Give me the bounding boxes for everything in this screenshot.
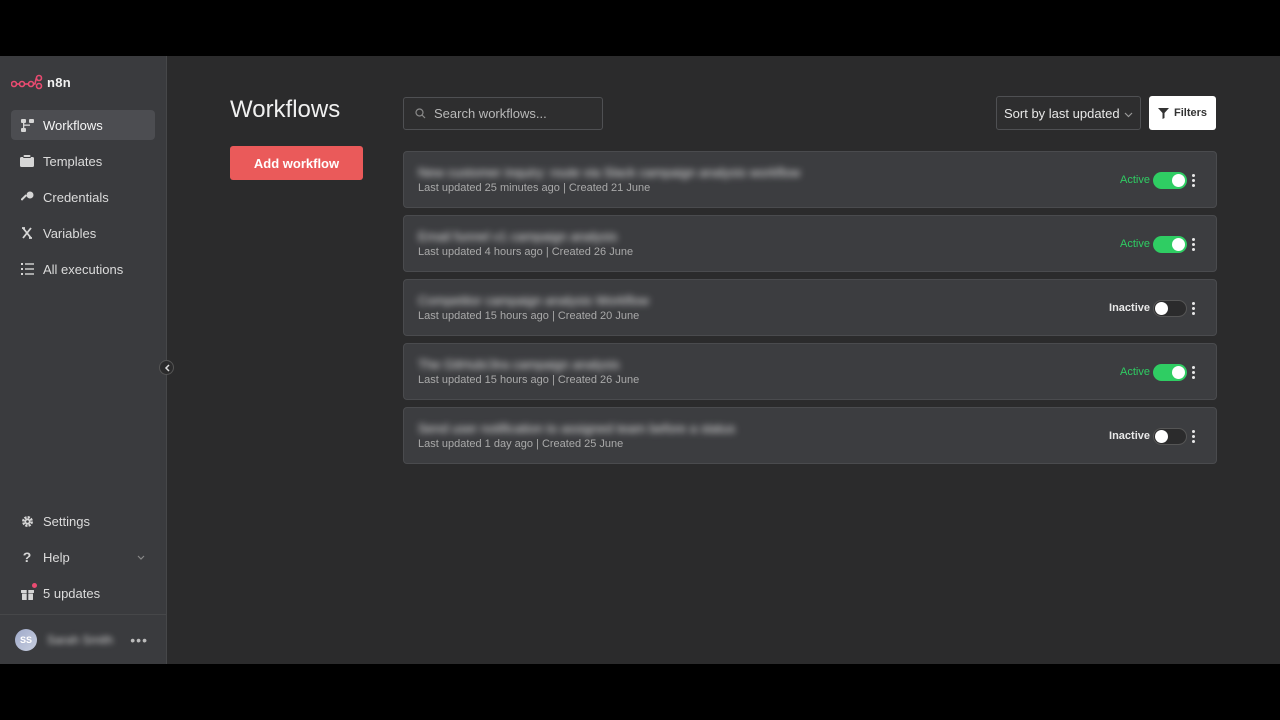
sidebar-item-variables[interactable]: Variables bbox=[11, 218, 155, 248]
sidebar-item-updates[interactable]: 5 updates bbox=[11, 578, 155, 608]
sidebar-item-label: 5 updates bbox=[43, 585, 101, 601]
toggle-knob bbox=[1172, 366, 1185, 379]
sidebar-item-label: Credentials bbox=[43, 189, 109, 205]
more-vertical-icon[interactable] bbox=[1188, 172, 1198, 189]
workflow-card[interactable]: New customer inquiry: route via Slack ca… bbox=[403, 151, 1217, 208]
active-toggle[interactable] bbox=[1153, 236, 1187, 253]
brand-name: n8n bbox=[47, 74, 72, 90]
workflow-icon bbox=[20, 118, 34, 132]
gear-icon bbox=[20, 514, 34, 528]
status-label: Inactive bbox=[1109, 430, 1150, 442]
user-name: Sarah Smith bbox=[47, 632, 114, 647]
sidebar-item-workflows[interactable]: Workflows bbox=[11, 110, 155, 140]
sidebar-item-label: Help bbox=[43, 549, 70, 565]
gift-icon bbox=[20, 583, 37, 600]
more-vertical-icon[interactable] bbox=[1188, 428, 1198, 445]
workflow-name[interactable]: The GitHub/Jira campaign analysis bbox=[418, 357, 620, 372]
more-horizontal-icon[interactable]: ••• bbox=[130, 632, 148, 648]
chevron-left-icon bbox=[164, 363, 170, 372]
sidebar-bottom-nav: Settings ? Help 5 updates bbox=[11, 506, 155, 614]
more-vertical-icon[interactable] bbox=[1188, 364, 1198, 381]
sidebar-item-label: Workflows bbox=[43, 117, 103, 133]
active-toggle[interactable] bbox=[1153, 364, 1187, 381]
workflow-card[interactable]: The GitHub/Jira campaign analysis Last u… bbox=[403, 343, 1217, 400]
active-toggle[interactable] bbox=[1153, 300, 1187, 317]
filter-icon bbox=[1157, 107, 1169, 119]
add-workflow-button[interactable]: Add workflow bbox=[230, 146, 363, 180]
more-vertical-icon[interactable] bbox=[1188, 236, 1198, 253]
toggle-knob bbox=[1155, 430, 1168, 443]
search-icon bbox=[415, 108, 426, 119]
question-icon: ? bbox=[22, 549, 32, 565]
workflow-meta: Last updated 25 minutes ago | Created 21… bbox=[418, 182, 651, 194]
workflow-meta: Last updated 1 day ago | Created 25 June bbox=[418, 438, 624, 450]
sort-select[interactable]: Sort by last updated bbox=[996, 96, 1141, 130]
chevron-down-icon bbox=[1124, 106, 1133, 121]
sidebar-item-help[interactable]: ? Help bbox=[11, 542, 155, 572]
templates-icon bbox=[20, 154, 34, 168]
workflow-meta: Last updated 15 hours ago | Created 26 J… bbox=[418, 374, 640, 386]
user-menu: SS Sarah Smith ••• bbox=[0, 614, 166, 664]
workflow-card[interactable]: Send user notification to assigned team … bbox=[403, 407, 1217, 464]
list-icon bbox=[20, 262, 34, 276]
sidebar-item-credentials[interactable]: Credentials bbox=[11, 182, 155, 212]
workflow-name[interactable]: Send user notification to assigned team … bbox=[418, 421, 735, 436]
filters-label: Filters bbox=[1173, 107, 1207, 119]
workflow-list: New customer inquiry: route via Slack ca… bbox=[403, 151, 1217, 471]
sidebar-item-templates[interactable]: Templates bbox=[11, 146, 155, 176]
sidebar-item-settings[interactable]: Settings bbox=[11, 506, 155, 536]
status-label: Active bbox=[1120, 174, 1150, 186]
key-icon bbox=[20, 190, 34, 204]
workflow-name[interactable]: Competitor campaign analysis Workflow bbox=[418, 293, 649, 308]
workflow-meta: Last updated 4 hours ago | Created 26 Ju… bbox=[418, 246, 634, 258]
active-toggle[interactable] bbox=[1153, 172, 1187, 189]
sidebar-item-label: Variables bbox=[43, 225, 97, 241]
avatar[interactable]: SS bbox=[15, 628, 37, 651]
chevron-down-icon bbox=[137, 552, 145, 563]
active-toggle[interactable] bbox=[1153, 428, 1187, 445]
workflow-card[interactable]: Email funnel v1 campaign analysis Last u… bbox=[403, 215, 1217, 272]
filters-button[interactable]: Filters bbox=[1149, 96, 1216, 130]
sidebar: n8n Workflows Templates Credentials Vari… bbox=[0, 56, 174, 664]
workflow-meta: Last updated 15 hours ago | Created 20 J… bbox=[418, 310, 640, 322]
logo[interactable]: n8n bbox=[0, 56, 166, 108]
sort-label: Sort by last updated bbox=[1004, 105, 1120, 121]
more-vertical-icon[interactable] bbox=[1188, 300, 1198, 317]
workflow-name[interactable]: New customer inquiry: route via Slack ca… bbox=[418, 165, 800, 180]
n8n-logo-icon bbox=[11, 74, 43, 90]
toggle-knob bbox=[1172, 174, 1185, 187]
status-label: Inactive bbox=[1109, 302, 1150, 314]
sidebar-item-label: Settings bbox=[43, 513, 90, 529]
search-input[interactable] bbox=[434, 106, 594, 121]
workflow-card[interactable]: Competitor campaign analysis Workflow La… bbox=[403, 279, 1217, 336]
sidebar-item-label: Templates bbox=[43, 153, 103, 169]
page-title: Workflows bbox=[230, 96, 341, 123]
status-label: Active bbox=[1120, 366, 1150, 378]
app-window: n8n Workflows Templates Credentials Vari… bbox=[0, 56, 1280, 664]
sidebar-item-label: All executions bbox=[43, 261, 124, 277]
workflow-name[interactable]: Email funnel v1 campaign analysis bbox=[418, 229, 617, 244]
toggle-knob bbox=[1172, 238, 1185, 251]
main-content: Workflows Add workflow Sort by last upda… bbox=[167, 56, 1280, 664]
toggle-knob bbox=[1155, 302, 1168, 315]
search-box[interactable] bbox=[403, 97, 603, 130]
variable-icon bbox=[20, 226, 34, 240]
notification-dot bbox=[32, 583, 37, 588]
main-nav: Workflows Templates Credentials Variable… bbox=[0, 108, 166, 284]
collapse-sidebar-button[interactable] bbox=[159, 360, 174, 375]
sidebar-item-all-executions[interactable]: All executions bbox=[11, 254, 155, 284]
status-label: Active bbox=[1120, 238, 1150, 250]
